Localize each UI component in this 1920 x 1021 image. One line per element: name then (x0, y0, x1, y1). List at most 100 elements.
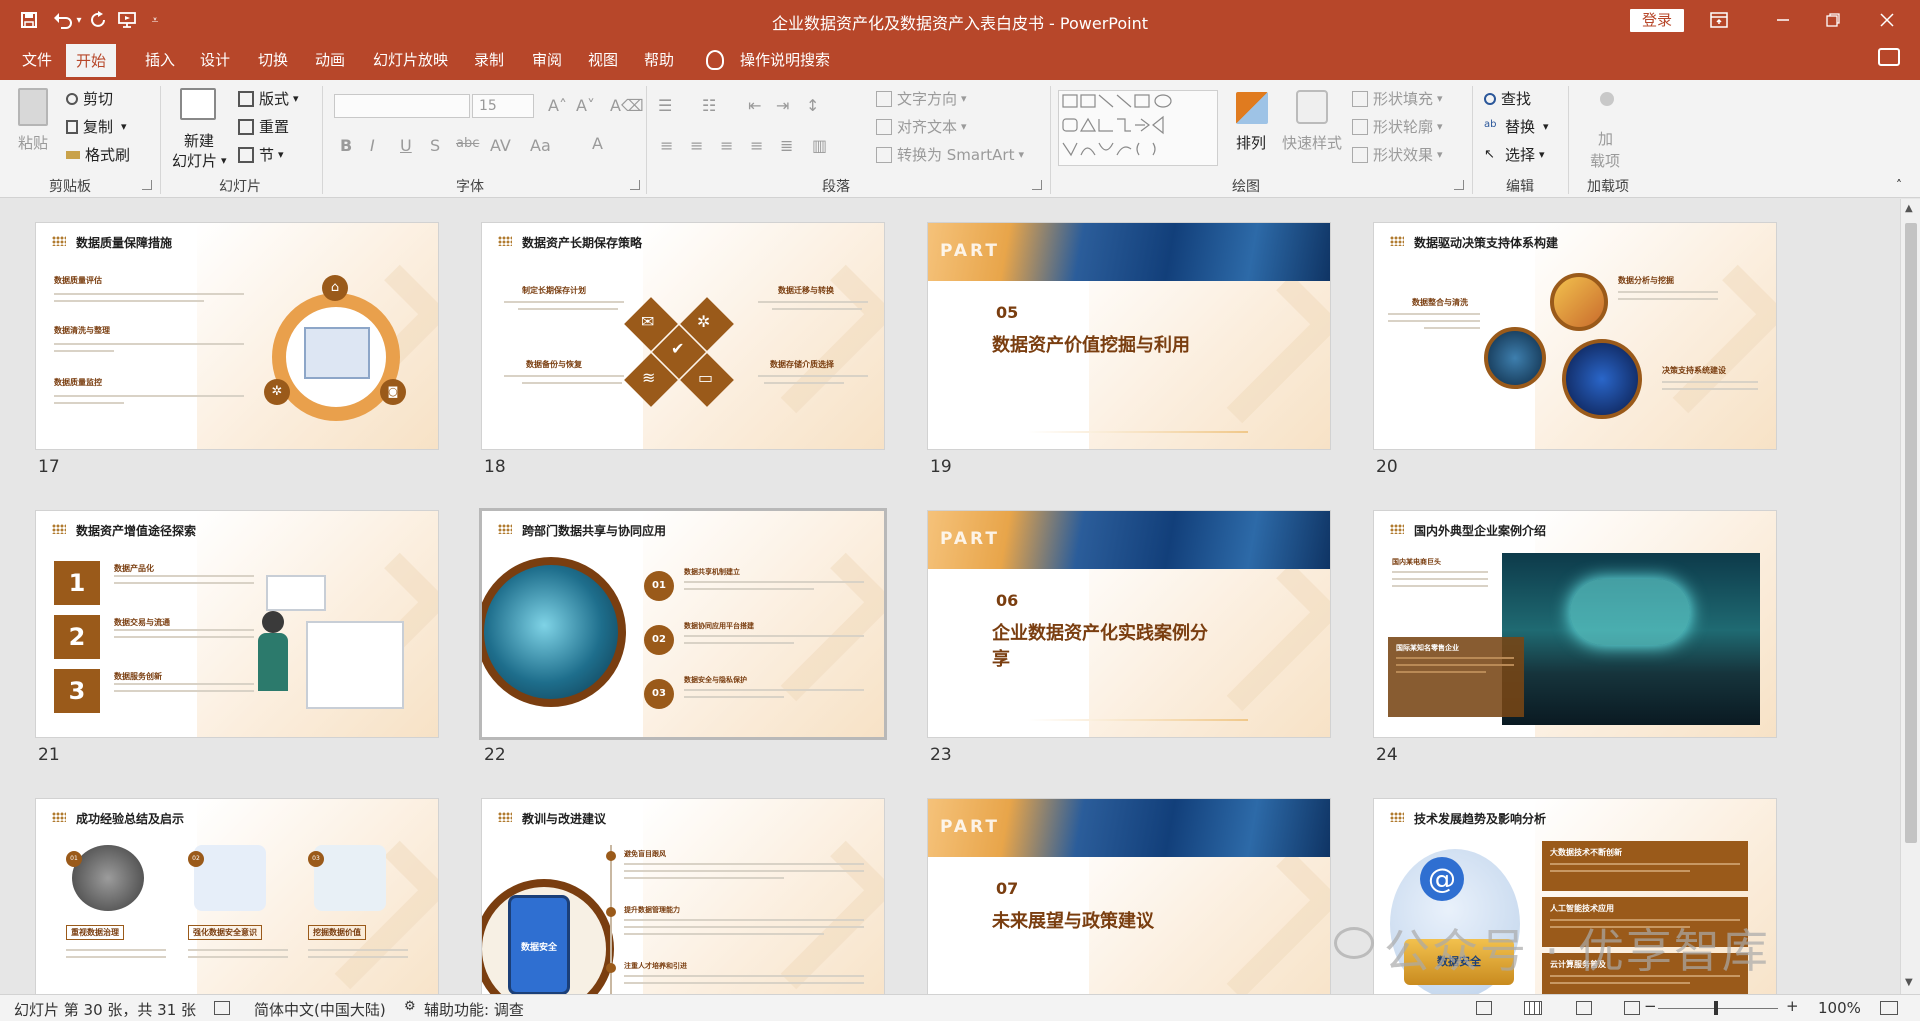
shape-fill-button[interactable]: 形状填充 ▾ (1352, 88, 1443, 109)
slide-thumbnail-18[interactable]: 数据资产长期保存策略 制定长期保存计划 数据迁移与转换 数据备份与恢复 数据存储… (482, 223, 884, 449)
scrollbar-thumb[interactable] (1905, 223, 1917, 843)
undo-dropdown-icon[interactable]: ▾ (72, 7, 86, 33)
accessibility-status[interactable]: 辅助功能: 调查 (424, 999, 524, 1020)
close-icon[interactable] (1864, 0, 1910, 40)
zoom-slider[interactable] (1658, 1008, 1778, 1009)
char-spacing-icon[interactable]: AV (490, 136, 511, 155)
slide-thumbnail-17[interactable]: 数据质量保障措施 数据质量评估 数据清洗与整理 数据质量监控 ⌂ ✲ ◙ (36, 223, 438, 449)
shapes-gallery[interactable] (1058, 90, 1218, 166)
clear-format-icon[interactable]: A⌫ (610, 96, 644, 115)
collapse-ribbon-icon[interactable]: ˄ (1896, 178, 1902, 192)
tab-transitions[interactable]: 切换 (248, 40, 298, 80)
slide-thumbnail-21[interactable]: 数据资产增值途径探索 1 2 3 数据产品化 数据交易与流通 数据服务创新 (36, 511, 438, 737)
tab-insert[interactable]: 插入 (135, 40, 185, 80)
paste-button[interactable]: 粘贴 (18, 132, 48, 153)
bullets-icon[interactable]: ☰ (658, 96, 672, 115)
reading-view-icon[interactable] (1576, 1001, 1592, 1015)
slide-sorter-view-icon[interactable] (1524, 1001, 1542, 1015)
align-center-icon[interactable]: ≡ (690, 136, 703, 155)
slideshow-from-start-icon[interactable] (114, 7, 140, 33)
change-case-icon[interactable]: Aa (530, 136, 551, 155)
arrange-icon[interactable] (1236, 92, 1268, 124)
tab-slideshow[interactable]: 幻灯片放映 (363, 40, 458, 80)
zoom-out-icon[interactable]: − (1644, 997, 1657, 1015)
align-text-button[interactable]: 对齐文本 ▾ (876, 116, 967, 137)
tab-help[interactable]: 帮助 (634, 40, 684, 80)
redo-icon[interactable] (86, 7, 112, 33)
scroll-down-icon[interactable]: ▼ (1905, 977, 1913, 988)
shape-effects-button[interactable]: 形状效果 ▾ (1352, 144, 1443, 165)
shape-outline-button[interactable]: 形状轮廓 ▾ (1352, 116, 1443, 137)
decrease-font-icon[interactable]: A˅ (576, 96, 595, 115)
align-right-icon[interactable]: ≡ (720, 136, 733, 155)
quick-styles-button[interactable]: 快速样式 (1282, 132, 1342, 153)
italic-icon[interactable]: I (370, 136, 375, 155)
slide-thumbnail-26[interactable]: 教训与改进建议 数据安全 避免盲目跟风 提升数据管理能力 注重人才培养和引进 (482, 799, 884, 994)
ribbon-display-options-icon[interactable] (1696, 0, 1742, 40)
vertical-scrollbar[interactable]: ▲ ▼ (1900, 199, 1920, 994)
login-button[interactable]: 登录 (1630, 9, 1684, 32)
font-color-icon[interactable]: A (592, 134, 603, 153)
addins-label-1[interactable]: 加 (1598, 128, 1613, 149)
drawing-launcher-icon[interactable] (1454, 180, 1464, 190)
customize-quick-access-icon[interactable]: ⩡ (142, 7, 168, 33)
numbering-icon[interactable]: ☷ (702, 96, 716, 115)
spelling-icon[interactable] (214, 1001, 230, 1015)
language-indicator[interactable]: 简体中文(中国大陆) (254, 999, 386, 1020)
slide-thumbnail-19[interactable]: PART 05 数据资产价值挖掘与利用 (928, 223, 1330, 449)
find-button[interactable]: 查找 (1484, 88, 1531, 109)
addins-label-2[interactable]: 载项 (1590, 150, 1620, 171)
arrange-button[interactable]: 排列 (1236, 132, 1266, 153)
restore-icon[interactable] (1810, 0, 1856, 40)
font-name-field[interactable] (334, 94, 470, 118)
layout-button[interactable]: 版式 ▾ (238, 88, 299, 109)
slide-thumbnail-24[interactable]: 国内外典型企业案例介绍 国内某电商巨头 国际某知名零售企业 (1374, 511, 1776, 737)
normal-view-icon[interactable] (1476, 1001, 1492, 1015)
tell-me-search[interactable]: 操作说明搜索 (740, 40, 830, 80)
slideshow-view-icon[interactable] (1624, 1001, 1640, 1015)
minimize-icon[interactable] (1760, 0, 1806, 40)
reset-button[interactable]: 重置 (238, 116, 289, 137)
tab-home[interactable]: 开始 (66, 44, 117, 80)
decrease-indent-icon[interactable]: ⇤ (748, 96, 761, 115)
clipboard-launcher-icon[interactable] (142, 180, 152, 190)
fit-to-window-icon[interactable] (1880, 1001, 1898, 1015)
text-direction-button[interactable]: 文字方向 ▾ (876, 88, 967, 109)
select-button[interactable]: ↖ 选择 ▾ (1484, 144, 1545, 165)
tab-review[interactable]: 审阅 (522, 40, 572, 80)
addins-icon[interactable] (1600, 92, 1614, 106)
tab-record[interactable]: 录制 (464, 40, 514, 80)
quick-styles-icon[interactable] (1296, 90, 1328, 124)
line-spacing-icon[interactable]: ↕ (806, 96, 819, 115)
distributed-icon[interactable]: ≣ (780, 136, 793, 155)
cut-button[interactable]: 剪切 (66, 88, 113, 109)
slide-thumbnail-20[interactable]: 数据驱动决策支持体系构建 数据分析与挖掘 数据整合与清洗 决策支持系统建设 (1374, 223, 1776, 449)
increase-font-icon[interactable]: A˄ (548, 96, 567, 115)
slide-thumbnail-22[interactable]: 跨部门数据共享与协同应用 01 02 03 数据共享机制建立 数据协同应用平台搭… (482, 511, 884, 737)
tab-animations[interactable]: 动画 (305, 40, 355, 80)
slide-thumbnail-23[interactable]: PART 06 企业数据资产化实践案例分享 (928, 511, 1330, 737)
new-slide-button[interactable]: 新建 (184, 130, 214, 151)
comments-icon[interactable] (1878, 48, 1900, 66)
underline-icon[interactable]: U (400, 136, 412, 155)
zoom-level[interactable]: 100% (1818, 999, 1861, 1017)
scroll-up-icon[interactable]: ▲ (1905, 203, 1913, 214)
slide-thumbnail-25[interactable]: 成功经验总结及启示 01 02 03 重视数据治理 强化数据安全意识 挖掘数据价… (36, 799, 438, 994)
new-slide-dropdown[interactable]: 幻灯片 ▾ (172, 150, 227, 171)
zoom-slider-thumb[interactable] (1714, 1001, 1718, 1015)
paragraph-launcher-icon[interactable] (1032, 180, 1042, 190)
save-icon[interactable] (16, 7, 42, 33)
tab-design[interactable]: 设计 (190, 40, 240, 80)
font-launcher-icon[interactable] (630, 180, 640, 190)
align-left-icon[interactable]: ≡ (660, 136, 673, 155)
replace-button[interactable]: ab 替换 ▾ (1484, 116, 1549, 137)
format-painter-button[interactable]: 格式刷 (66, 144, 130, 165)
copy-button[interactable]: 复制 ▾ (66, 116, 127, 137)
bold-icon[interactable]: B (340, 136, 352, 155)
section-button[interactable]: 节 ▾ (238, 144, 284, 165)
strikethrough-icon[interactable]: abc (456, 136, 479, 151)
justify-icon[interactable]: ≡ (750, 136, 763, 155)
font-size-field[interactable]: 15 (472, 94, 534, 118)
tab-view[interactable]: 视图 (578, 40, 628, 80)
increase-indent-icon[interactable]: ⇥ (776, 96, 789, 115)
